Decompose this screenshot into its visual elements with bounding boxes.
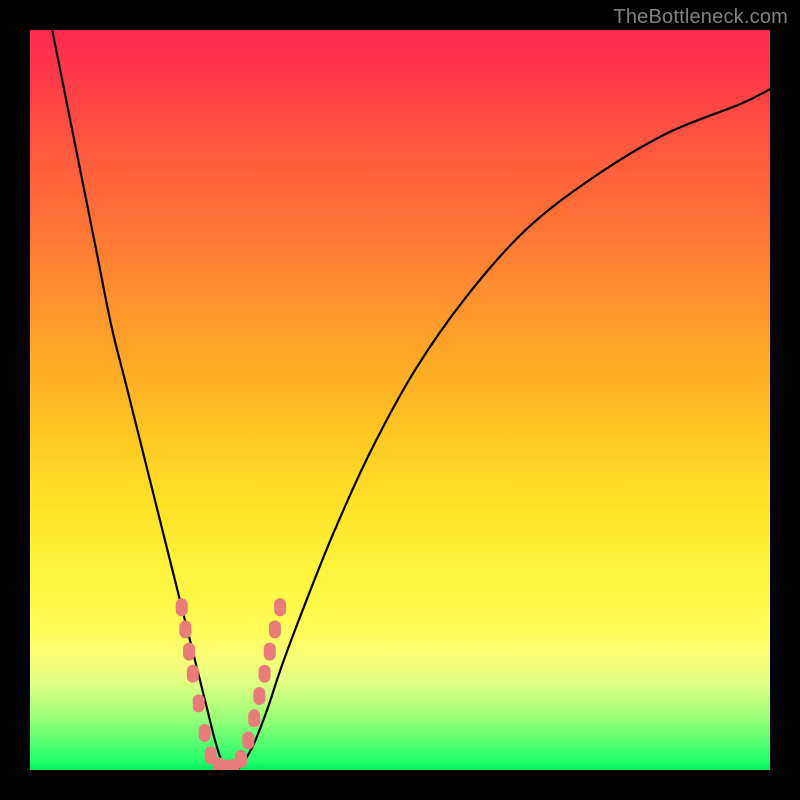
- marker-dot: [248, 709, 260, 727]
- marker-dot: [187, 665, 199, 683]
- marker-dot: [269, 620, 281, 638]
- marker-dot: [274, 598, 286, 616]
- marker-dot: [259, 665, 271, 683]
- bottleneck-curve: [52, 30, 770, 770]
- plot-area: [30, 30, 770, 770]
- marker-dot: [176, 598, 188, 616]
- curve-layer: [30, 30, 770, 770]
- marker-dot: [193, 694, 205, 712]
- marker-dot: [199, 724, 211, 742]
- marker-dot: [242, 731, 254, 749]
- marker-dot: [253, 687, 265, 705]
- marker-group: [176, 598, 286, 770]
- marker-dot: [264, 643, 276, 661]
- chart-frame: TheBottleneck.com: [0, 0, 800, 800]
- watermark-text: TheBottleneck.com: [613, 6, 788, 29]
- marker-dot: [235, 750, 247, 768]
- marker-dot: [183, 643, 195, 661]
- marker-dot: [179, 620, 191, 638]
